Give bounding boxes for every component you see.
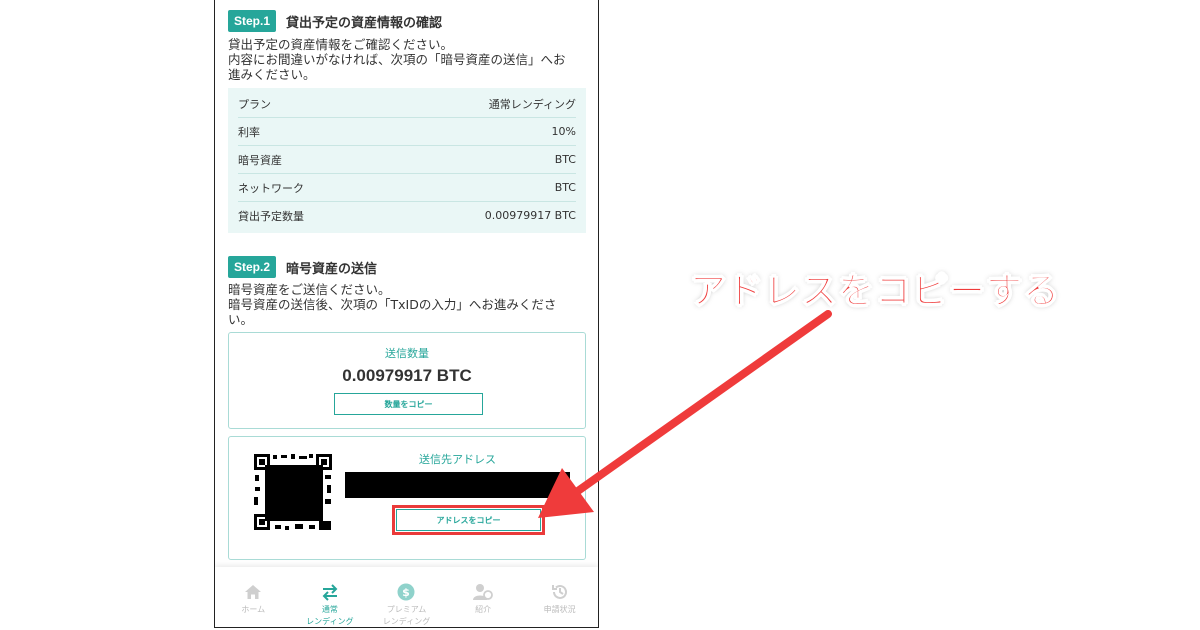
nav-label: 通常 bbox=[321, 605, 338, 614]
table-row: プラン 通常レンディング bbox=[238, 90, 576, 118]
table-row: 貸出予定数量 0.00979917 BTC bbox=[238, 202, 576, 229]
row-label: 利率 bbox=[238, 125, 260, 139]
table-row: 利率 10% bbox=[238, 118, 576, 146]
step1-desc-line: 進みください。 bbox=[228, 67, 316, 82]
step1-badge: Step.1 bbox=[228, 10, 277, 32]
step1-title: 貸出予定の資産情報の確認 bbox=[286, 15, 443, 31]
nav-item-referral[interactable]: 紹介 bbox=[445, 567, 522, 627]
table-row: 暗号資産 BTC bbox=[238, 146, 576, 174]
row-value: BTC bbox=[554, 181, 576, 194]
users-icon bbox=[472, 581, 494, 603]
row-label: 貸出予定数量 bbox=[238, 209, 304, 223]
row-value: 10% bbox=[551, 125, 576, 138]
step1-desc-line: 貸出予定の資産情報をご確認ください。 bbox=[228, 37, 454, 52]
nav-label: プレミアム bbox=[386, 605, 427, 614]
history-icon bbox=[549, 581, 571, 603]
step1-desc-line: 内容にお間違いがなければ、次項の「暗号資産の送信」へお bbox=[228, 52, 566, 67]
step1-description: 貸出予定の資産情報をご確認ください。 内容にお間違いがなければ、次項の「暗号資産… bbox=[228, 37, 588, 82]
step2-badge: Step.2 bbox=[228, 256, 277, 278]
asset-info-table: プラン 通常レンディング 利率 10% 暗号資産 BTC ネットワーク BTC … bbox=[228, 88, 586, 233]
nav-label: ホーム bbox=[241, 605, 266, 614]
copy-amount-button[interactable]: 数量をコピー bbox=[334, 393, 483, 415]
row-label: ネットワーク bbox=[238, 181, 304, 195]
step2-title: 暗号資産の送信 bbox=[286, 261, 378, 277]
qr-code-icon bbox=[253, 453, 333, 531]
table-row: ネットワーク BTC bbox=[238, 174, 576, 202]
step2-desc-line: 暗号資産をご送信ください。 bbox=[228, 282, 391, 297]
bottom-navigation: ホーム 通常 レンディング $ プレミアム レンディング 紹介 申請状況 bbox=[215, 567, 598, 627]
row-value: 0.00979917 BTC bbox=[484, 209, 576, 222]
row-value: 通常レンディング bbox=[488, 97, 576, 111]
dollar-coin-icon: $ bbox=[395, 581, 417, 603]
annotation-arrow-icon bbox=[538, 310, 832, 518]
home-icon bbox=[242, 581, 264, 603]
nav-item-home[interactable]: ホーム bbox=[215, 567, 292, 627]
nav-label: レンディング bbox=[306, 617, 354, 626]
row-label: 暗号資産 bbox=[238, 153, 282, 167]
nav-item-standard-lending[interactable]: 通常 レンディング bbox=[292, 567, 369, 627]
nav-label: 申請状況 bbox=[543, 605, 576, 614]
row-label: プラン bbox=[238, 97, 271, 111]
svg-text:$: $ bbox=[403, 586, 411, 599]
nav-label: 紹介 bbox=[475, 605, 492, 614]
nav-item-premium-lending[interactable]: $ プレミアム レンディング bbox=[368, 567, 445, 627]
row-value: BTC bbox=[554, 153, 576, 166]
nav-label: レンディング bbox=[382, 617, 431, 626]
nav-item-application-status[interactable]: 申請状況 bbox=[521, 567, 598, 627]
step2-header: Step.2 暗号資産の送信 bbox=[228, 256, 377, 278]
step1-header: Step.1 貸出予定の資産情報の確認 bbox=[228, 10, 442, 32]
swap-icon bbox=[319, 581, 341, 603]
